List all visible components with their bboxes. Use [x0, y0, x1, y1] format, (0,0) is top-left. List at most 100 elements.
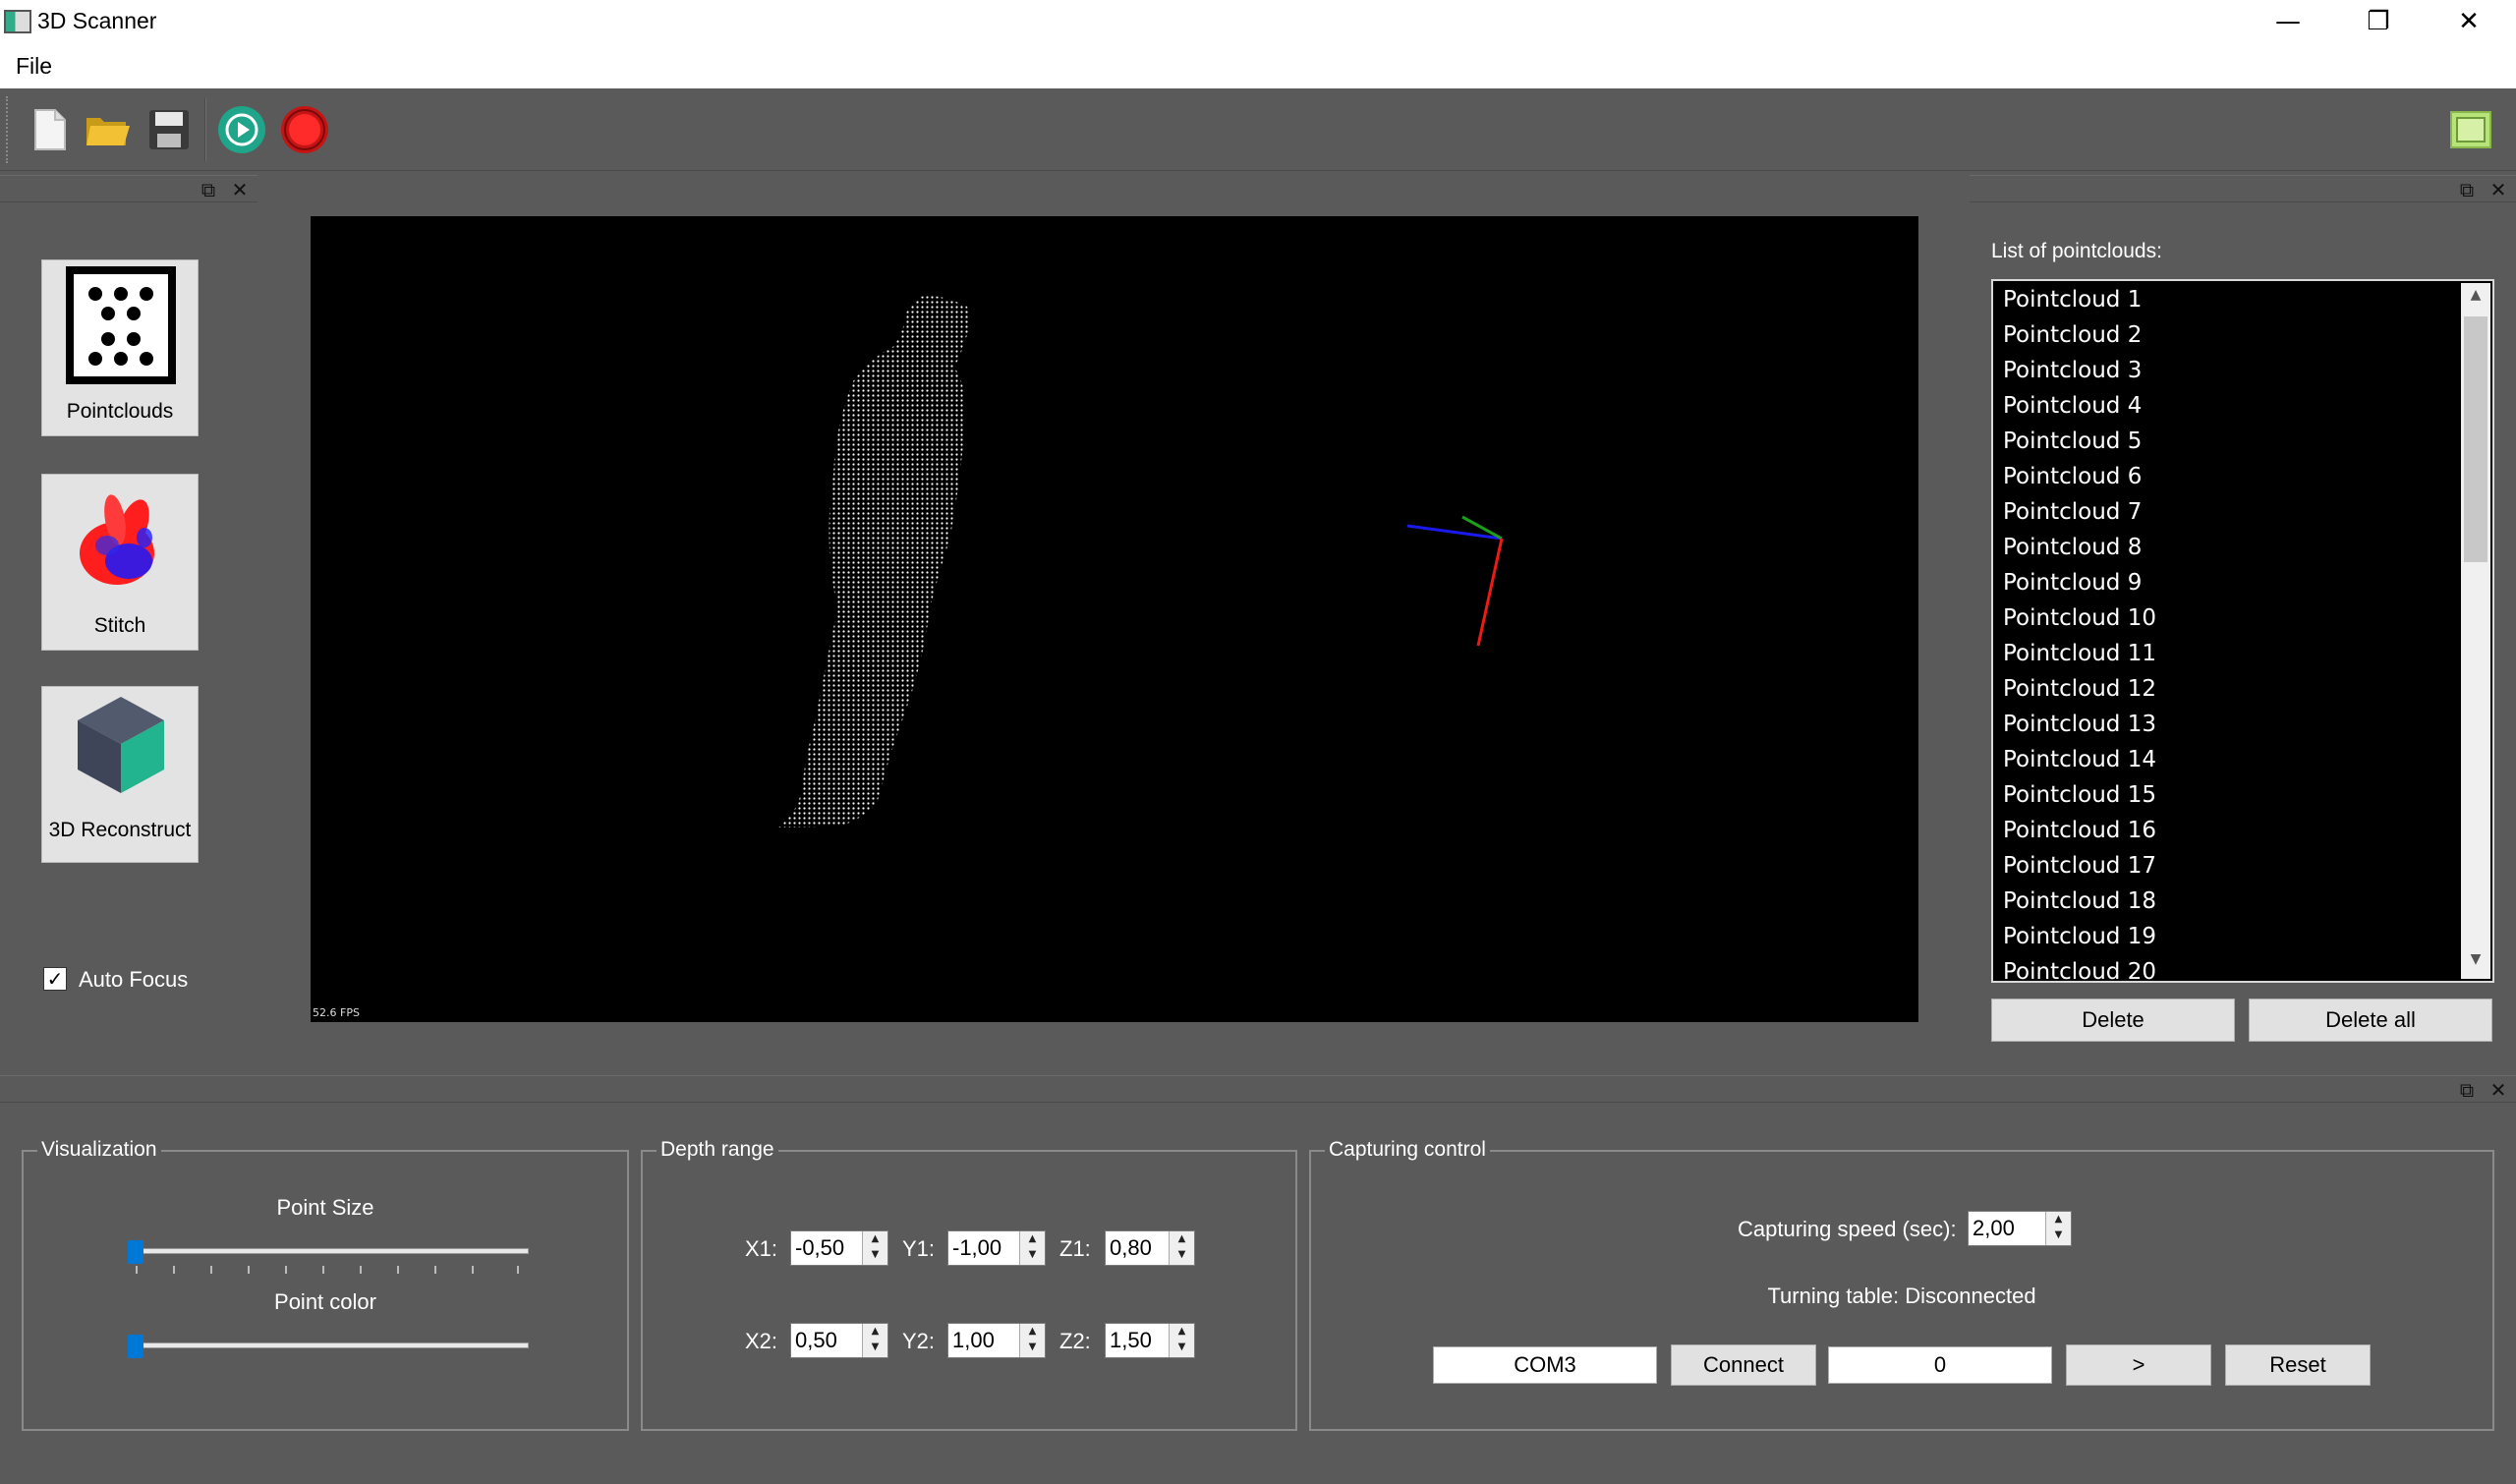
spin-arrows-icon[interactable]: ▲ ▼ — [1169, 1231, 1194, 1265]
list-item[interactable]: Pointcloud 19 — [2003, 924, 2156, 949]
x2-label: X2: — [745, 1329, 778, 1353]
point-color-label: Point color — [274, 1289, 376, 1314]
point-color-slider-handle[interactable] — [128, 1335, 143, 1358]
slider-tick — [360, 1266, 362, 1274]
x1-value: -0,50 — [795, 1235, 845, 1260]
close-icon[interactable]: ✕ — [2487, 1078, 2510, 1102]
spin-arrows-icon[interactable]: ▲ ▼ — [1019, 1324, 1045, 1357]
axis-gizmo — [1406, 515, 1504, 647]
x2-spinbox[interactable]: 0,50 ▲ ▼ — [790, 1323, 888, 1358]
point-size-slider-handle[interactable] — [128, 1240, 143, 1264]
fps-counter: 52.6 FPS — [313, 1006, 360, 1019]
z1-spinbox[interactable]: 0,80 ▲ ▼ — [1105, 1230, 1195, 1266]
scroll-thumb[interactable] — [2464, 316, 2487, 562]
visualization-title: Visualization — [37, 1138, 161, 1162]
close-button[interactable]: ✕ — [2424, 0, 2514, 45]
z2-label: Z2: — [1059, 1329, 1091, 1353]
y2-spinbox[interactable]: 1,00 ▲ ▼ — [947, 1323, 1046, 1358]
panel-toggle-icon[interactable] — [2447, 106, 2498, 157]
menu-bar: File — [0, 45, 2516, 88]
toolbar-grip[interactable] — [6, 96, 11, 163]
list-item[interactable]: Pointcloud 5 — [2003, 428, 2142, 454]
new-file-icon[interactable] — [24, 104, 75, 155]
list-item[interactable]: Pointcloud 20 — [2003, 959, 2156, 981]
list-item[interactable]: Pointcloud 3 — [2003, 358, 2142, 383]
auto-focus-checkbox[interactable]: ✓ — [43, 967, 67, 991]
float-icon[interactable]: ⧉ — [2455, 178, 2479, 201]
x1-label: X1: — [745, 1236, 778, 1261]
y1-spinbox[interactable]: -1,00 ▲ ▼ — [947, 1230, 1046, 1266]
slider-tick — [173, 1266, 175, 1274]
list-item[interactable]: Pointcloud 16 — [2003, 818, 2156, 843]
point-color-slider[interactable] — [130, 1342, 529, 1348]
stitch-button[interactable]: Stitch — [41, 474, 199, 651]
reset-button[interactable]: Reset — [2225, 1344, 2371, 1386]
slider-tick — [285, 1266, 287, 1274]
restore-button[interactable]: ❐ — [2333, 0, 2424, 45]
window-title: 3D Scanner — [37, 8, 157, 33]
record-icon[interactable] — [279, 104, 330, 155]
cube-icon — [78, 697, 164, 793]
list-item[interactable]: Pointcloud 1 — [2003, 287, 2142, 313]
pointclouds-button[interactable]: Pointclouds — [41, 259, 199, 436]
connect-button[interactable]: Connect — [1671, 1344, 1816, 1386]
pointclouds-icon — [66, 266, 176, 384]
capturing-control-title: Capturing control — [1325, 1138, 1490, 1162]
delete-button[interactable]: Delete — [1991, 999, 2235, 1042]
slider-tick — [136, 1266, 138, 1274]
list-item[interactable]: Pointcloud 11 — [2003, 641, 2156, 666]
depth-range-group: Depth range X1: -0,50 ▲ ▼ Y1: -1,00 ▲ ▼ Z1… — [641, 1138, 1297, 1431]
scroll-down-icon[interactable]: ▼ — [2461, 951, 2490, 975]
list-item[interactable]: Pointcloud 2 — [2003, 322, 2142, 348]
z2-spinbox[interactable]: 1,50 ▲ ▼ — [1105, 1323, 1195, 1358]
spin-arrows-icon[interactable]: ▲ ▼ — [862, 1231, 887, 1265]
close-icon[interactable]: ✕ — [2487, 178, 2510, 201]
close-icon[interactable]: ✕ — [228, 178, 252, 201]
slider-tick — [248, 1266, 250, 1274]
spin-arrows-icon[interactable]: ▲ ▼ — [1169, 1324, 1194, 1357]
delete-all-button[interactable]: Delete all — [2249, 999, 2492, 1042]
capturing-speed-spinbox[interactable]: 2,00 ▲ ▼ — [1968, 1211, 2072, 1246]
float-icon[interactable]: ⧉ — [2455, 1078, 2479, 1102]
capturing-speed-value: 2,00 — [1973, 1216, 2015, 1240]
z2-value: 1,50 — [1110, 1328, 1152, 1352]
x1-spinbox[interactable]: -0,50 ▲ ▼ — [790, 1230, 888, 1266]
list-item[interactable]: Pointcloud 4 — [2003, 393, 2142, 419]
reconstruct-button[interactable]: 3D Reconstruct — [41, 686, 199, 863]
pointcloud-viewer[interactable]: 52.6 FPS — [311, 216, 1918, 1022]
list-item[interactable]: Pointcloud 7 — [2003, 499, 2142, 525]
float-icon[interactable]: ⧉ — [197, 178, 220, 201]
list-item[interactable]: Pointcloud 8 — [2003, 535, 2142, 560]
turning-table-status: Turning table: Disconnected — [1767, 1284, 2036, 1308]
toolbar-separator — [204, 98, 206, 161]
reconstruct-label: 3D Reconstruct — [48, 819, 192, 841]
step-button[interactable]: > — [2066, 1344, 2211, 1386]
menu-file[interactable]: File — [16, 53, 52, 80]
spin-arrows-icon[interactable]: ▲ ▼ — [862, 1324, 887, 1357]
play-icon[interactable] — [216, 104, 267, 155]
app-icon — [4, 10, 31, 33]
scroll-up-icon[interactable]: ▲ — [2461, 287, 2490, 311]
spin-arrows-icon[interactable]: ▲ ▼ — [1019, 1231, 1045, 1265]
list-item[interactable]: Pointcloud 14 — [2003, 747, 2156, 772]
list-item[interactable]: Pointcloud 15 — [2003, 782, 2156, 808]
stitch-bunny-icon — [80, 494, 154, 585]
list-item[interactable]: Pointcloud 13 — [2003, 712, 2156, 737]
save-icon[interactable] — [143, 104, 195, 155]
list-scrollbar[interactable]: ▲ ▼ — [2461, 283, 2490, 979]
minimize-button[interactable]: — — [2243, 0, 2333, 45]
list-item[interactable]: Pointcloud 9 — [2003, 570, 2142, 596]
list-item[interactable]: Pointcloud 17 — [2003, 853, 2156, 879]
angle-field[interactable]: 0 — [1828, 1346, 2052, 1384]
list-item[interactable]: Pointcloud 6 — [2003, 464, 2142, 489]
com-port-field[interactable]: COM3 — [1433, 1346, 1657, 1384]
open-folder-icon[interactable] — [83, 104, 134, 155]
pointclouds-label: Pointclouds — [66, 400, 174, 423]
list-item[interactable]: Pointcloud 12 — [2003, 676, 2156, 702]
list-item[interactable]: Pointcloud 10 — [2003, 605, 2156, 631]
y1-label: Y1: — [902, 1236, 936, 1261]
point-size-slider[interactable] — [130, 1248, 529, 1254]
pointcloud-list[interactable]: Pointcloud 1 Pointcloud 2 Pointcloud 3 P… — [1991, 279, 2494, 983]
spin-arrows-icon[interactable]: ▲ ▼ — [2045, 1212, 2071, 1245]
list-item[interactable]: Pointcloud 18 — [2003, 888, 2156, 914]
